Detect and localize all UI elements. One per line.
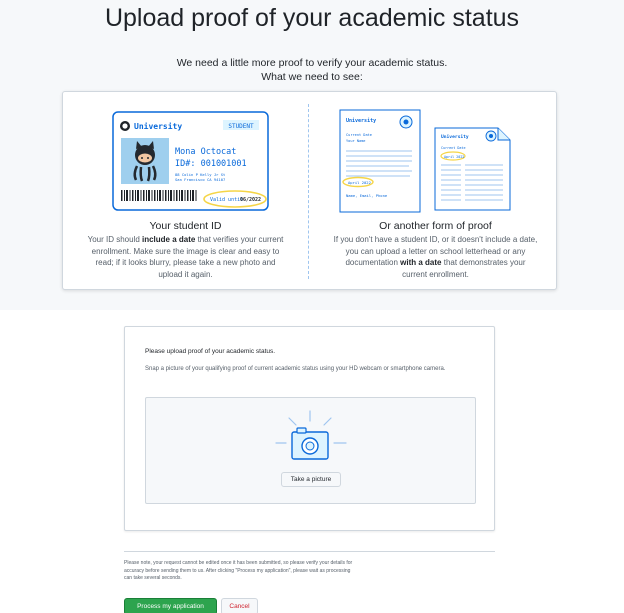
footer-divider	[124, 551, 495, 552]
valid-until-label: Valid until	[210, 197, 243, 203]
other-proof-description: If you don't have a student ID, or it do…	[333, 234, 538, 280]
upload-help-text: Snap a picture of your qualifying proof …	[145, 366, 446, 372]
student-id-description: Your ID should include a date that verif…	[83, 234, 288, 280]
page-subtitle: We need a little more proof to verify yo…	[0, 56, 624, 84]
camera-icon	[275, 410, 347, 460]
take-picture-button[interactable]: Take a picture	[281, 472, 341, 487]
doc2-seal-icon	[485, 130, 497, 142]
other-proof-title: Or another form of proof	[379, 220, 492, 232]
doc2-date: April 2022	[444, 155, 464, 159]
documents-illustration: University Current Date Your Name April …	[339, 109, 511, 213]
camera-capture-area[interactable]: Take a picture	[145, 397, 476, 504]
doc2-current-date: Current Date	[441, 146, 466, 150]
id-university: University	[134, 121, 182, 131]
student-badge-label: STUDENT	[228, 123, 254, 130]
seal-icon	[399, 115, 413, 129]
id-number: ID#: 001001001	[175, 159, 247, 169]
process-application-button[interactable]: Process my application	[124, 598, 217, 613]
other-proof-text-bold: with a date	[400, 258, 442, 267]
upload-panel: Please upload proof of your academic sta…	[124, 326, 495, 531]
subtitle-line-1: We need a little more proof to verify yo…	[176, 57, 448, 69]
upload-heading: Please upload proof of your academic sta…	[145, 348, 276, 355]
student-id-title: Your student ID	[149, 220, 222, 232]
requirements-card: University STUDENT Mona Octocat ID#: 001…	[62, 91, 557, 290]
letter-current-date: Current Date	[346, 133, 372, 137]
student-id-text-part: Your ID should	[87, 235, 142, 244]
other-proof-column: University Current Date Your Name April …	[313, 92, 558, 291]
submission-note: Please note, your request cannot be edit…	[124, 560, 353, 581]
student-id-illustration: University STUDENT Mona Octocat ID#: 001…	[112, 111, 269, 211]
student-id-column: University STUDENT Mona Octocat ID#: 001…	[63, 92, 308, 291]
cancel-button[interactable]: Cancel	[221, 598, 258, 613]
id-address-line2: San Francisco CA 94107	[175, 177, 225, 182]
letter-date: April 2022	[348, 180, 371, 185]
id-name: Mona Octocat	[175, 147, 236, 157]
github-logo-icon	[120, 121, 130, 131]
doc2-university: University	[441, 134, 469, 140]
column-divider	[308, 104, 309, 279]
letter-signature: Name, Email, Phone	[346, 193, 388, 198]
letter-your-name: Your Name	[346, 139, 365, 143]
valid-until-date: 06/2022	[240, 197, 261, 203]
student-id-text-bold: include a date	[142, 235, 196, 244]
subtitle-line-2: What we need to see:	[261, 71, 363, 83]
letter-university: University	[346, 118, 376, 124]
page-title: Upload proof of your academic status	[104, 4, 520, 32]
